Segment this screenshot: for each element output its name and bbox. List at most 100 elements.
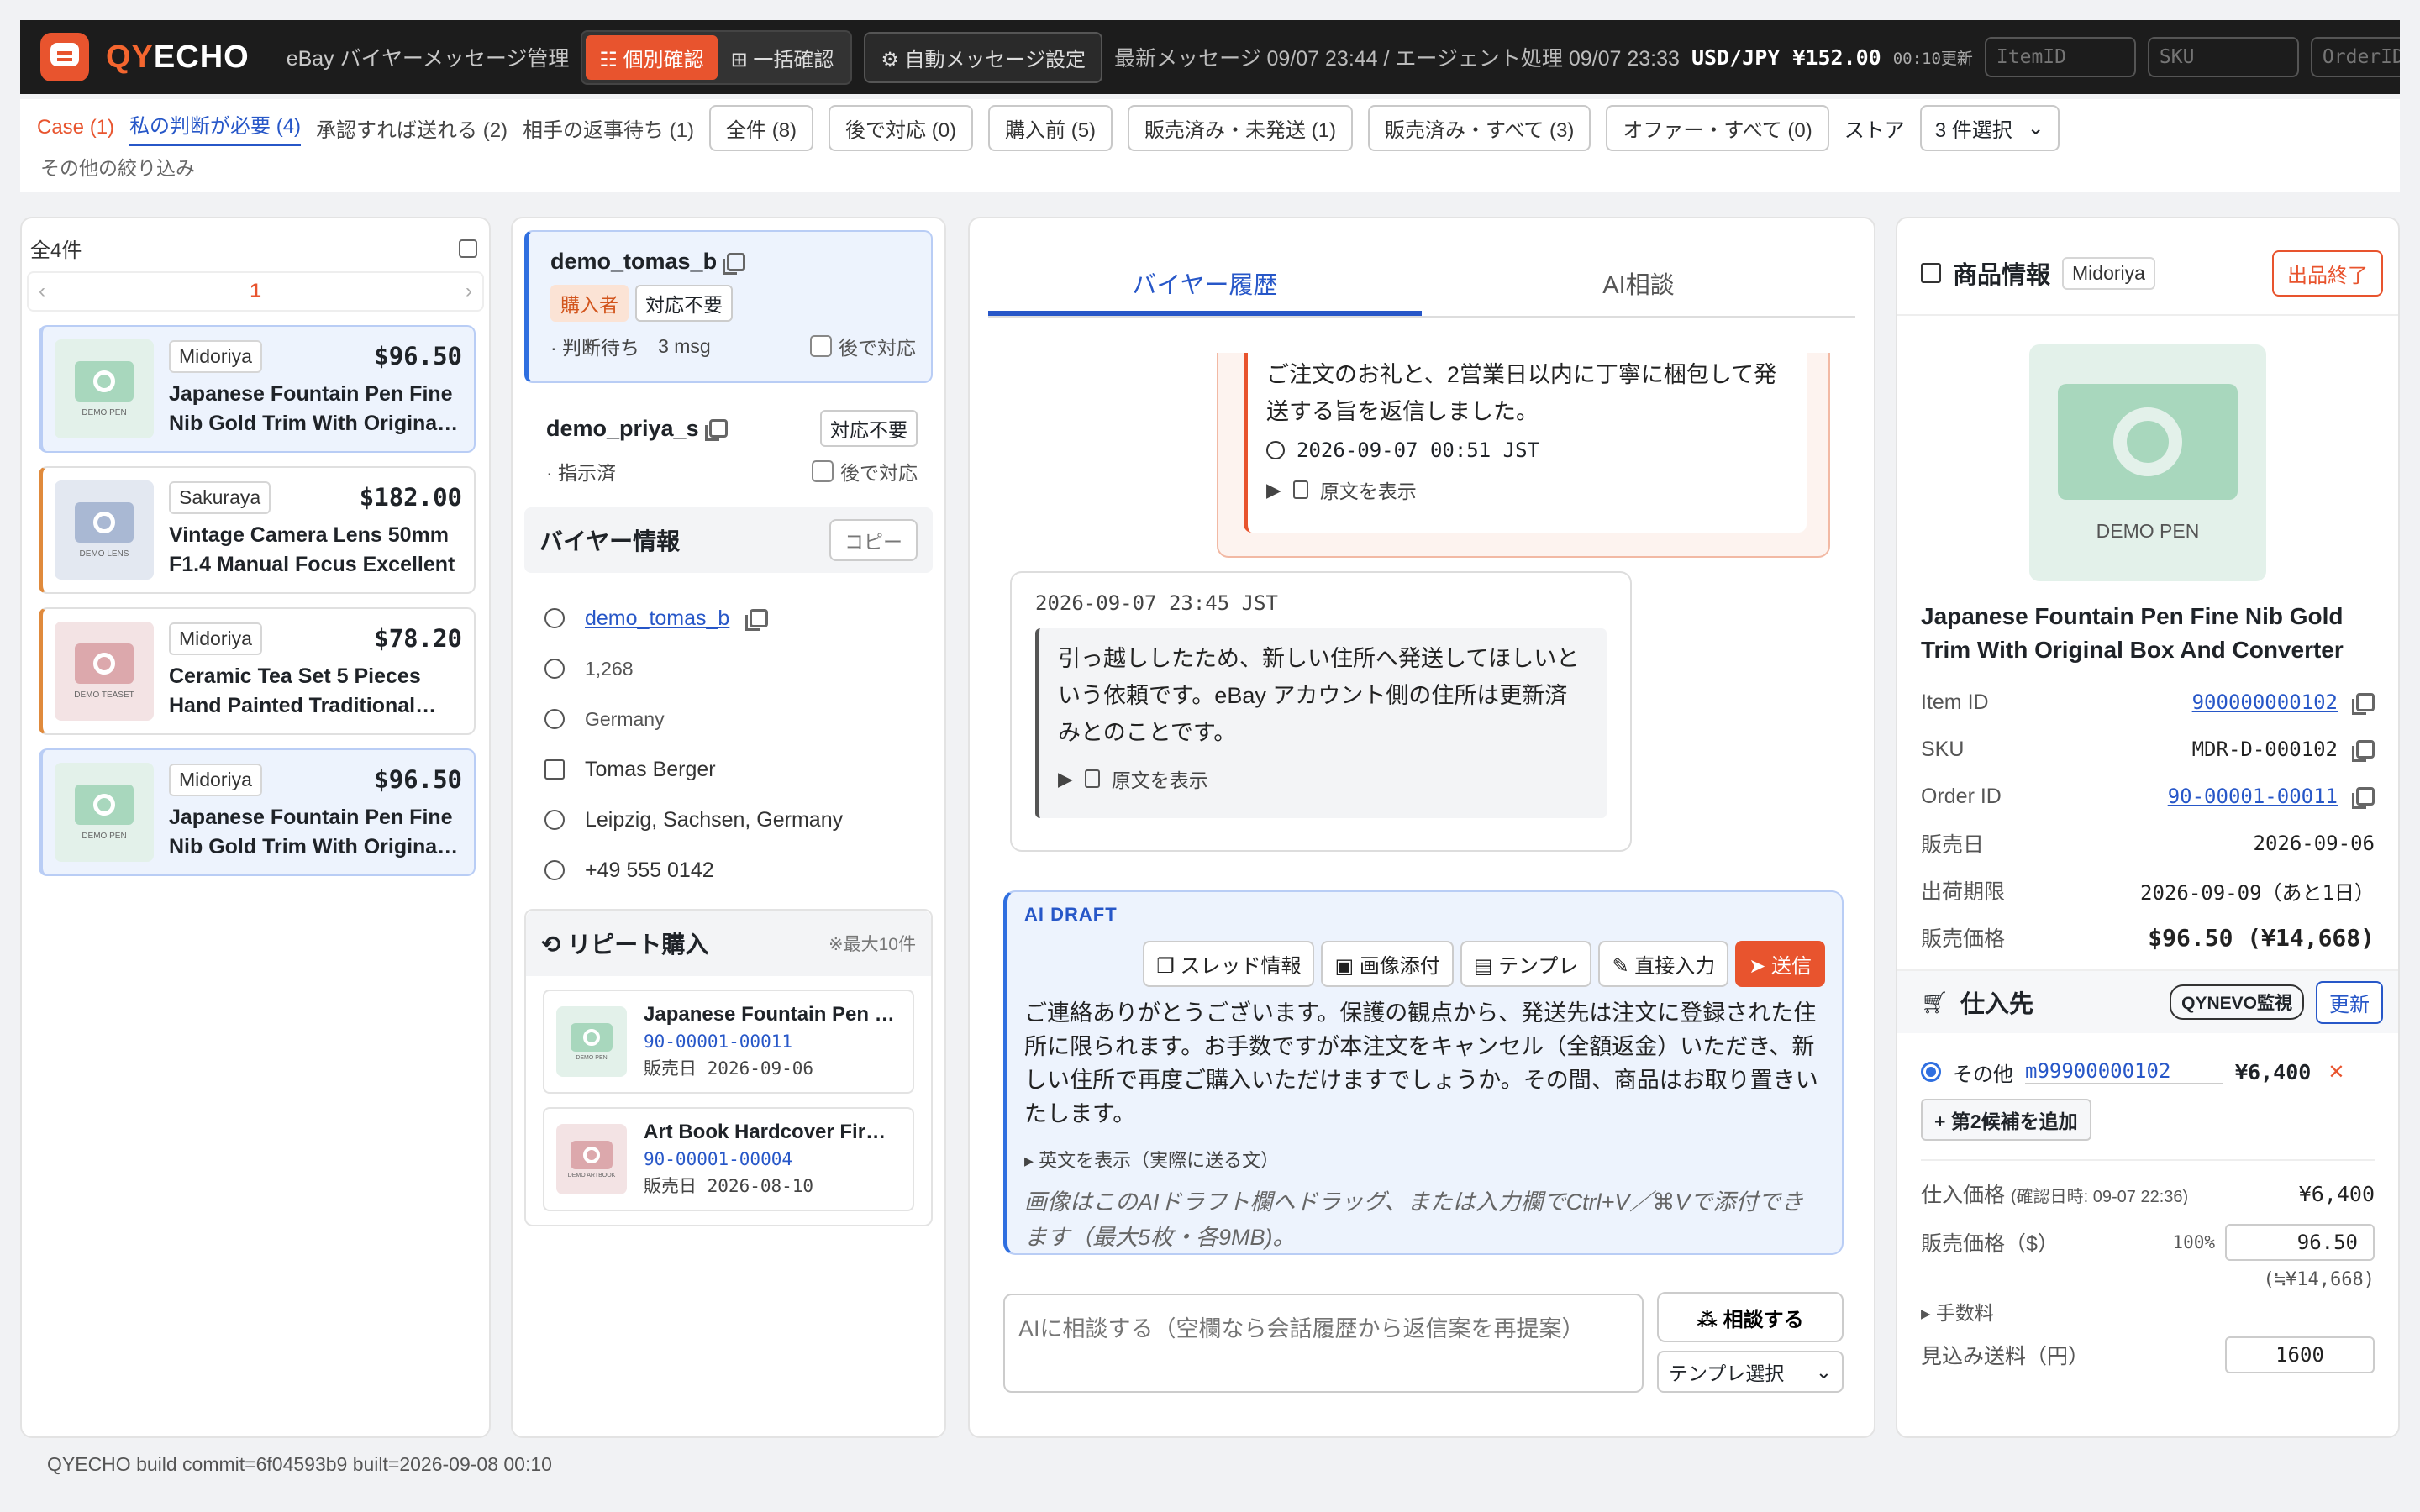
shipping-label: 見込み送料（円） [1921, 1345, 2090, 1368]
image-placeholder-icon [75, 501, 134, 543]
sku-search-input[interactable] [2147, 37, 2299, 77]
outgoing-message: ご注文のお礼と、2営業日以内に丁寧に梱包して発送する旨を返信しました。 2026… [1217, 353, 1830, 558]
store-label: ストア [1844, 118, 1905, 142]
filter-offer-all[interactable]: オファー・すべて (0) [1606, 104, 1829, 151]
buyer-username-link[interactable]: demo_tomas_b [585, 606, 729, 631]
more-filters-link[interactable]: その他の絞り込み [37, 151, 2383, 181]
ai-consult-input[interactable] [1003, 1294, 1644, 1393]
message-history[interactable]: ご注文のお礼と、2営業日以内に丁寧に梱包して発送する旨を返信しました。 2026… [988, 353, 1859, 880]
template-button[interactable]: ▤ テンプレ [1460, 941, 1592, 987]
store-select[interactable]: 3 件選択 ⌄ [1919, 104, 2060, 151]
show-original-toggle[interactable]: ▶ 原文を表示 [1266, 475, 1788, 504]
list-item[interactable]: DEMO PEN Midoriya $96.50 Japanese Fountai… [39, 748, 476, 876]
tab-case[interactable]: Case (1) [37, 116, 114, 139]
fees-toggle[interactable]: ▸ 手数料 [1921, 1297, 1994, 1326]
radio-selected-icon[interactable] [1921, 1062, 1941, 1082]
buyer-name: demo_tomas_b [550, 249, 718, 274]
listing-ended-badge[interactable]: 出品終了 [2272, 249, 2383, 297]
thread-info-button[interactable]: ❐ スレッド情報 [1143, 941, 1315, 987]
collapse-panel-icon[interactable] [459, 239, 477, 258]
tab-ai-consult[interactable]: AI相談 [1422, 260, 1855, 316]
no-action-badge[interactable]: 対応不要 [820, 410, 918, 447]
current-page[interactable]: 1 [250, 280, 260, 303]
copy-buyer-info-button[interactable]: コピー [829, 519, 918, 561]
item-title: Japanese Fountain Pen Fine Nib Gold Trim… [169, 381, 453, 435]
app-logo-icon [40, 33, 89, 81]
copy-icon[interactable] [745, 609, 769, 631]
orderid-search-input[interactable] [2310, 37, 2400, 77]
filter-sold-all[interactable]: 販売済み・すべて (3) [1368, 104, 1591, 151]
repeat-item[interactable]: DEMO PEN Japanese Fountain Pen Fine Nib … [543, 990, 914, 1094]
later-checkbox[interactable]: 後で対応 [810, 332, 916, 360]
order-id-label: Order ID [1921, 784, 2002, 808]
item-id-link[interactable]: 900000000102 [2192, 690, 2338, 714]
individual-review-button[interactable]: ☷ 個別確認 [586, 34, 718, 80]
brand-name: QYECHO [106, 39, 250, 75]
product-thumbnail: DEMO PEN [556, 1006, 627, 1077]
filter-pre-purchase[interactable]: 購入前 (5) [988, 104, 1113, 151]
copy-icon[interactable] [2352, 787, 2375, 809]
supplier-candidate[interactable]: その他 m99900000102 ¥6,400 ✕ [1897, 1045, 2398, 1099]
filter-later[interactable]: 後で対応 (0) [829, 104, 974, 151]
buyer-address: Leipzig, Sachsen, Germany [585, 807, 844, 832]
buyer-thread[interactable]: demo_priya_s 対応不要 · 指示済 後で対応 [524, 395, 933, 496]
list-item[interactable]: DEMO LENS Sakuraya $182.00 Vintage Camera… [39, 466, 476, 594]
tab-waiting-reply[interactable]: 相手の返事待ち (1) [523, 113, 694, 143]
copy-icon[interactable] [2352, 740, 2375, 762]
buyer-badge: 購入者 [550, 285, 629, 322]
prev-page-icon[interactable]: ‹ [39, 280, 45, 303]
item-title: Vintage Camera Lens 50mm F1.4 Manual Foc… [169, 522, 455, 576]
triangle-right-icon: ▶ [1058, 767, 1073, 790]
store-badge: Midoriya [169, 763, 262, 796]
top-bar: QYECHO eBay バイヤーメッセージ管理 ☷ 個別確認 ⊞ 一括確認 ⚙ … [20, 20, 2400, 94]
template-select[interactable]: テンプレ選択 ⌄ [1657, 1351, 1844, 1393]
sale-price-input[interactable] [2225, 1224, 2375, 1261]
bulk-review-button[interactable]: ⊞ 一括確認 [718, 35, 848, 80]
list-item[interactable]: DEMO PEN Midoriya $96.50 Japanese Fountai… [39, 325, 476, 453]
copy-icon[interactable] [2352, 693, 2375, 715]
message-count: 3 msg [658, 334, 711, 357]
filter-sold-unshipped[interactable]: 販売済み・未発送 (1) [1128, 104, 1354, 151]
thread-status: · 判断待ち [550, 337, 640, 359]
buyer-country: Germany [585, 707, 665, 730]
buyer-info-header: バイヤー情報 コピー [524, 507, 933, 573]
auto-message-settings-button[interactable]: ⚙ 自動メッセージ設定 [864, 31, 1103, 83]
list-item[interactable]: DEMO TEASET Midoriya $78.20 Ceramic Tea S… [39, 607, 476, 735]
repeat-item[interactable]: DEMO ARTBOOK Art Book Hardcover First Ed… [543, 1107, 914, 1211]
shipping-input[interactable] [2225, 1336, 2375, 1373]
no-action-badge[interactable]: 対応不要 [635, 285, 733, 322]
tab-buyer-history[interactable]: バイヤー履歴 [988, 260, 1422, 316]
add-candidate-button[interactable]: + 第2候補を追加 [1921, 1099, 2091, 1141]
send-button[interactable]: ➤ 送信 [1735, 941, 1825, 987]
tab-needs-decision[interactable]: 私の判断が必要 (4) [129, 109, 302, 146]
chevron-down-icon: ⌄ [2027, 116, 2044, 139]
tab-approve-send[interactable]: 承認すれば送れる (2) [316, 113, 508, 143]
repeat-order-id[interactable]: 90-00001-00004 [644, 1149, 896, 1169]
store-badge: Sakuraya [169, 480, 271, 514]
buyer-fullname: Tomas Berger [585, 757, 716, 781]
copy-icon[interactable] [723, 252, 746, 275]
show-english-toggle[interactable]: ▸ 英文を表示（実際に送る文） [1024, 1146, 1825, 1173]
repeat-order-id[interactable]: 90-00001-00011 [644, 1032, 896, 1052]
store-badge: Midoriya [2062, 256, 2155, 290]
consult-button[interactable]: ⁂ 相談する [1657, 1292, 1844, 1342]
product-section-title: 商品情報 [1953, 262, 2051, 289]
product-thumbnail: DEMO PEN [55, 763, 154, 862]
show-original-toggle[interactable]: ▶ 原文を表示 [1058, 764, 1588, 793]
close-icon[interactable]: ✕ [2328, 1060, 2344, 1084]
document-icon [1084, 769, 1100, 788]
attach-image-button[interactable]: ▣ 画像添付 [1321, 941, 1454, 987]
ai-draft-text[interactable]: ご連絡ありがとうございます。保護の観点から、発送先は注文に登録された住所に限られ… [1024, 996, 1825, 1131]
direct-input-button[interactable]: ✎ 直接入力 [1598, 941, 1729, 987]
later-checkbox[interactable]: 後で対応 [812, 457, 918, 486]
itemid-search-input[interactable] [1984, 37, 2136, 77]
copy-icon[interactable] [704, 419, 728, 441]
next-page-icon[interactable]: › [466, 280, 472, 303]
source-id-link[interactable]: m99900000102 [2025, 1059, 2223, 1084]
pagination: ‹ 1 › [27, 271, 484, 312]
id-card-icon [544, 759, 565, 780]
order-id-link[interactable]: 90-00001-00011 [2168, 785, 2338, 808]
filter-all[interactable]: 全件 (8) [709, 104, 814, 151]
update-button[interactable]: 更新 [2316, 980, 2383, 1024]
buyer-thread-selected[interactable]: demo_tomas_b 購入者 対応不要 · 判断待ち 3 msg 後で対応 [524, 230, 933, 383]
